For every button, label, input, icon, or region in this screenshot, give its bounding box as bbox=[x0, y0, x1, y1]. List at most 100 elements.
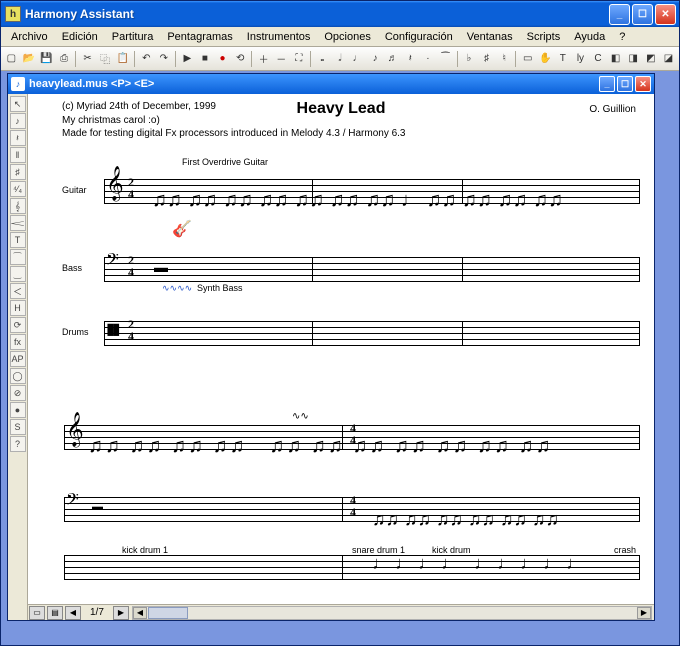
tool-play-icon[interactable]: ▶ bbox=[179, 50, 196, 68]
tool-zoom-out-icon[interactable]: － bbox=[273, 50, 290, 68]
tool-open-icon[interactable]: 📂 bbox=[21, 50, 38, 68]
tool-misc-icon[interactable]: ◧ bbox=[607, 50, 624, 68]
staff-bass-2[interactable]: 𝄢 44 ▬ ♫♫ ♫♫ ♫♫ ♫♫ ♫♫ ♫♫ bbox=[62, 489, 640, 535]
palette-text-icon[interactable]: T bbox=[10, 232, 26, 248]
palette-dynamics-icon[interactable]: 𝆒 bbox=[10, 215, 26, 231]
view-mode-button[interactable]: ▭ bbox=[29, 606, 45, 620]
palette-s-icon[interactable]: S bbox=[10, 419, 26, 435]
tool-text-icon[interactable]: T bbox=[555, 50, 572, 68]
tool-print-icon[interactable]: ⎙ bbox=[56, 50, 73, 68]
menu-help-q[interactable]: ? bbox=[613, 29, 631, 45]
scroll-left-button[interactable]: ◀ bbox=[133, 607, 147, 619]
menu-instrumentos[interactable]: Instrumentos bbox=[241, 29, 317, 45]
staff-drums[interactable]: Drums ▮▮ 24 bbox=[62, 313, 640, 357]
tool-cut-icon[interactable]: ✂ bbox=[79, 50, 96, 68]
menu-edicion[interactable]: Edición bbox=[56, 29, 104, 45]
staff-drums-2[interactable]: ♩ ♩ ♩ ♩ ♩ ♩ ♩ ♩ ♩ kick drum 1 snare drum… bbox=[62, 547, 640, 587]
bass-clef-icon: 𝄢 bbox=[106, 251, 119, 274]
palette-tie-icon[interactable]: ⁀ bbox=[10, 249, 26, 265]
menu-ayuda[interactable]: Ayuda bbox=[568, 29, 611, 45]
barline bbox=[64, 555, 65, 579]
palette-repeat-icon[interactable]: ⟳ bbox=[10, 317, 26, 333]
palette-note-icon[interactable]: ♪ bbox=[10, 113, 26, 129]
tool-note-eighth-icon[interactable]: ♪ bbox=[367, 50, 384, 68]
tool-flat-icon[interactable]: ♭ bbox=[461, 50, 478, 68]
tool-misc-icon[interactable]: ◩ bbox=[643, 50, 660, 68]
menu-opciones[interactable]: Opciones bbox=[318, 29, 376, 45]
tool-note-whole-icon[interactable]: 𝅝 bbox=[314, 50, 331, 68]
document-titlebar[interactable]: ♪ heavylead.mus <P> <E> _ ☐ ✕ bbox=[8, 74, 654, 94]
tool-stop-icon[interactable]: ■ bbox=[197, 50, 214, 68]
tool-lyrics-icon[interactable]: ly bbox=[572, 50, 589, 68]
tool-zoom-in-icon[interactable]: ＋ bbox=[255, 50, 272, 68]
tool-sharp-icon[interactable]: ♯ bbox=[478, 50, 495, 68]
palette-clef-icon[interactable]: 𝄞 bbox=[10, 198, 26, 214]
view-mode-button[interactable]: ▤ bbox=[47, 606, 63, 620]
horizontal-scrollbar[interactable]: ◀ ▶ bbox=[132, 606, 652, 620]
palette-ap-icon[interactable]: AP bbox=[10, 351, 26, 367]
tool-dot-icon[interactable]: · bbox=[420, 50, 437, 68]
menu-scripts[interactable]: Scripts bbox=[521, 29, 567, 45]
tool-paste-icon[interactable]: 📋 bbox=[114, 50, 131, 68]
barline bbox=[64, 497, 65, 521]
doc-close-button[interactable]: ✕ bbox=[635, 76, 651, 92]
tool-note-sixteenth-icon[interactable]: ♬ bbox=[384, 50, 401, 68]
menu-partitura[interactable]: Partitura bbox=[106, 29, 160, 45]
tool-note-quarter-icon[interactable]: ♩ bbox=[349, 50, 366, 68]
tool-select-icon[interactable]: ▭ bbox=[519, 50, 536, 68]
tool-chord-icon[interactable]: C bbox=[590, 50, 607, 68]
maximize-button[interactable]: ☐ bbox=[632, 4, 653, 25]
tool-new-icon[interactable]: ▢ bbox=[3, 50, 20, 68]
staff-guitar-2[interactable]: 𝄞 44 ♫♫ ♫♫ ♫♫ ♫♫ ♫♫ ♫♫ ♫♫ ♫♫ ♫♫ ♫♫ ♫♫ ∿∿ bbox=[62, 417, 640, 477]
tool-misc-icon[interactable]: ◪ bbox=[660, 50, 677, 68]
score-composer: O. Guillion bbox=[589, 104, 636, 115]
tool-copy-icon[interactable]: ⿻ bbox=[97, 50, 114, 68]
menu-pentagramas[interactable]: Pentagramas bbox=[161, 29, 238, 45]
doc-maximize-button[interactable]: ☐ bbox=[617, 76, 633, 92]
minimize-button[interactable]: _ bbox=[609, 4, 630, 25]
close-button[interactable]: ✕ bbox=[655, 4, 676, 25]
tool-save-icon[interactable]: 💾 bbox=[38, 50, 55, 68]
toolbar-separator bbox=[515, 51, 516, 67]
menu-configuracion[interactable]: Configuración bbox=[379, 29, 459, 45]
tool-record-icon[interactable]: ● bbox=[214, 50, 231, 68]
palette-key-icon[interactable]: ♯ bbox=[10, 164, 26, 180]
scroll-thumb[interactable] bbox=[148, 607, 188, 619]
palette-mute-icon[interactable]: ⊘ bbox=[10, 385, 26, 401]
tool-natural-icon[interactable]: ♮ bbox=[496, 50, 513, 68]
barline bbox=[639, 425, 640, 449]
tool-note-half-icon[interactable]: 𝅗𝅥 bbox=[332, 50, 349, 68]
next-page-button[interactable]: ▶ bbox=[113, 606, 129, 620]
scroll-right-button[interactable]: ▶ bbox=[637, 607, 651, 619]
tool-redo-icon[interactable]: ↷ bbox=[156, 50, 173, 68]
tool-tie-icon[interactable]: ⁀ bbox=[437, 50, 454, 68]
score-title: Heavy Lead bbox=[28, 100, 654, 118]
palette-fx-icon[interactable]: fx bbox=[10, 334, 26, 350]
palette-rest-icon[interactable]: 𝄽 bbox=[10, 130, 26, 146]
doc-minimize-button[interactable]: _ bbox=[599, 76, 615, 92]
prev-page-button[interactable]: ◀ bbox=[65, 606, 81, 620]
menu-ventanas[interactable]: Ventanas bbox=[461, 29, 519, 45]
palette-time-icon[interactable]: ⁴⁄₄ bbox=[10, 181, 26, 197]
palette-help-icon[interactable]: ? bbox=[10, 436, 26, 452]
tool-loop-icon[interactable]: ⟲ bbox=[232, 50, 249, 68]
titlebar[interactable]: h Harmony Assistant _ ☐ ✕ bbox=[1, 1, 679, 27]
tool-note-rest-icon[interactable]: 𝄽 bbox=[402, 50, 419, 68]
palette-slur-icon[interactable]: ‿ bbox=[10, 266, 26, 282]
staff-bass[interactable]: Bass 𝄢 24 ▬ ∿∿ bbox=[62, 249, 640, 301]
palette-rec-icon[interactable]: ● bbox=[10, 402, 26, 418]
tool-undo-icon[interactable]: ↶ bbox=[138, 50, 155, 68]
palette-bar-icon[interactable]: ‖ bbox=[10, 147, 26, 163]
score-view[interactable]: Heavy Lead O. Guillion (c) Myriad 24th o… bbox=[28, 94, 654, 604]
palette-arrow-icon[interactable]: ↖ bbox=[10, 96, 26, 112]
palette-hairpin-icon[interactable]: ＜ bbox=[10, 283, 26, 299]
document-body: ↖ ♪ 𝄽 ‖ ♯ ⁴⁄₄ 𝄞 𝆒 T ⁀ ‿ ＜ H ⟳ fx AP ◯ bbox=[8, 94, 654, 620]
palette-loop-icon[interactable]: ◯ bbox=[10, 368, 26, 384]
tool-hand-icon[interactable]: ✋ bbox=[537, 50, 554, 68]
menu-archivo[interactable]: Archivo bbox=[5, 29, 54, 45]
tool-fit-icon[interactable]: ⛶ bbox=[291, 50, 308, 68]
toolbar-separator bbox=[134, 51, 135, 67]
staff-guitar[interactable]: Guitar 𝄞 24 bbox=[62, 171, 640, 237]
tool-misc-icon[interactable]: ◨ bbox=[625, 50, 642, 68]
palette-h-icon[interactable]: H bbox=[10, 300, 26, 316]
